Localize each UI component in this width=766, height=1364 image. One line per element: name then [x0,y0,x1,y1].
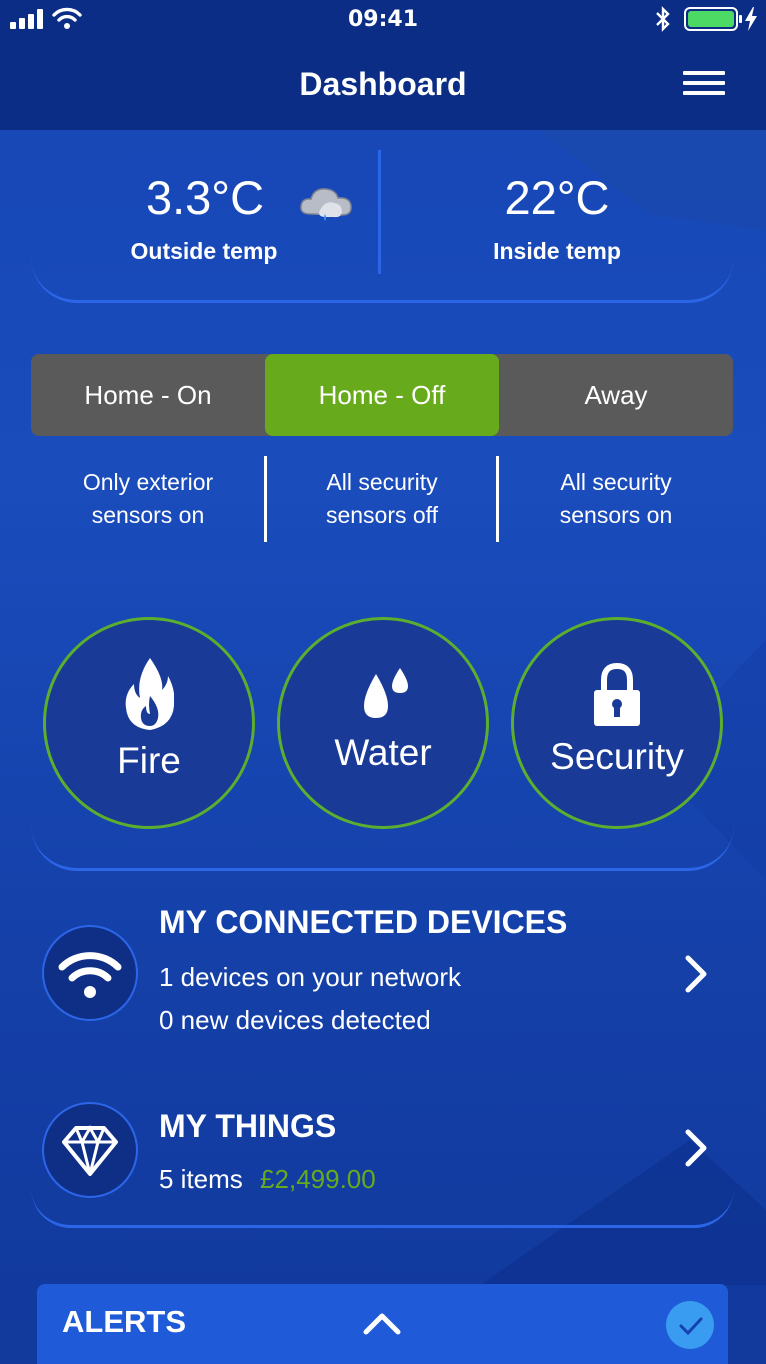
mode-away-description: All security sensors on [559,469,673,528]
my-things-count: 5 items [159,1164,243,1194]
page-title: Dashboard [299,66,467,102]
menu-button[interactable] [680,68,728,100]
connected-devices-row[interactable]: MY CONNECTED DEVICES 1 devices on your n… [31,888,734,1056]
my-things-title: MY THINGS [159,1108,337,1144]
hamburger-menu-icon [683,71,725,75]
hamburger-menu-icon [683,91,725,95]
mode-home-off[interactable]: Home - Off [265,354,499,436]
my-things-row[interactable]: MY THINGS 5 items £2,499.00 [31,1092,734,1222]
bluetooth-icon [656,6,670,32]
chevron-up-icon[interactable] [362,1310,402,1336]
wifi-icon [58,952,122,998]
fire-button[interactable]: Fire [43,617,255,829]
diamond-icon [62,1124,118,1176]
inside-temp-value: 22°C [504,171,610,224]
water-label: Water [334,732,432,773]
my-things-summary: 5 items £2,499.00 [159,1164,376,1195]
flame-icon [125,658,174,730]
my-things-value: £2,499.00 [260,1164,376,1194]
navigation-bar: 09:41 Dashboard [0,0,766,130]
security-button[interactable]: Security [511,617,723,829]
alerts-label: ALERTS [62,1304,186,1339]
new-devices-count: 0 new devices detected [159,1005,431,1035]
water-drops-icon [364,668,408,718]
status-time: 09:41 [347,7,419,32]
alerts-status [666,1301,714,1349]
cloud-rain-icon [300,188,352,221]
fire-label: Fire [117,740,181,781]
inside-temp-label: Inside temp [493,238,621,264]
mode-away[interactable]: Away [499,354,733,436]
outside-temp-label: Outside temp [130,238,278,264]
connected-devices-title: MY CONNECTED DEVICES [159,904,568,940]
chevron-right-icon [685,955,707,993]
water-button[interactable]: Water [277,617,489,829]
diamond-circle [42,1102,138,1198]
status-bar: 09:41 [0,0,766,40]
security-label: Security [550,736,684,777]
mode-home-on-description: Only exterior sensors on [82,469,214,528]
connected-devices-count: 1 devices on your network [159,962,462,992]
hamburger-menu-icon [683,81,725,85]
mode-selector: Home - On Home - Off Away [31,354,733,436]
mode-home-on[interactable]: Home - On [31,354,265,436]
padlock-icon [594,662,640,726]
checkmark-icon [679,1317,703,1336]
chevron-right-icon [685,1129,707,1167]
alerts-bar[interactable]: ALERTS [37,1284,728,1364]
charging-bolt-icon [745,7,757,31]
mode-home-off-description: All security sensors off [325,469,439,528]
temperature-divider [378,150,381,274]
battery-icon [684,7,742,31]
outside-temp-value: 3.3°C [145,171,265,224]
wifi-circle [42,925,138,1021]
